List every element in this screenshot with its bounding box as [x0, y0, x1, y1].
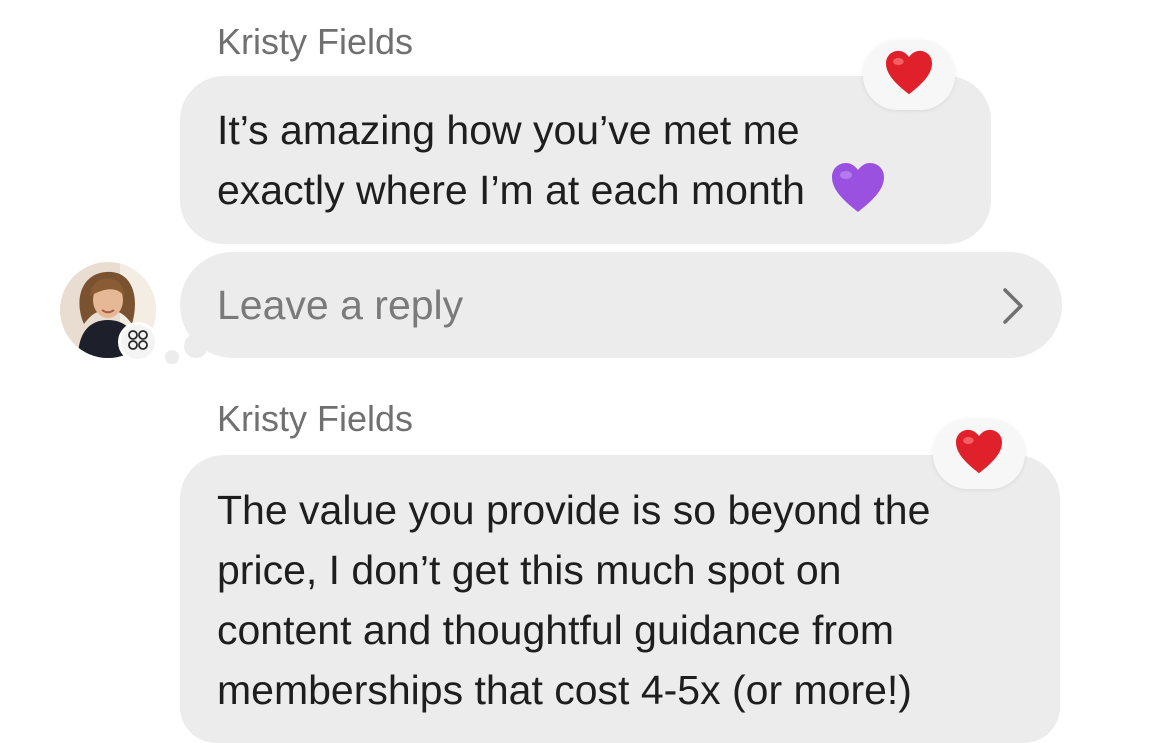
red-heart-icon	[884, 50, 934, 101]
reaction-badge[interactable]	[933, 419, 1025, 489]
message-bubble[interactable]: It’s amazing how you’ve met me exactly w…	[180, 76, 991, 244]
sender-name: Kristy Fields	[217, 398, 414, 439]
purple-heart-icon	[830, 162, 886, 230]
chevron-right-icon[interactable]	[1000, 287, 1026, 330]
message-line: exactly where I’m at each month	[217, 160, 886, 230]
sender-name: Kristy Fields	[217, 21, 414, 62]
message-line: price, I don’t get this much spot on	[217, 547, 842, 593]
reply-input[interactable]: Leave a reply	[180, 252, 1062, 358]
membership-badge	[118, 322, 158, 362]
reply-placeholder: Leave a reply	[217, 282, 464, 328]
reaction-badge[interactable]	[863, 40, 955, 110]
message-line: memberships that cost 4-5x (or more!)	[217, 667, 912, 713]
clover-icon	[127, 329, 149, 356]
red-heart-icon	[954, 429, 1004, 480]
message-line: The value you provide is so beyond the	[217, 487, 931, 533]
message-line-text: exactly where I’m at each month	[217, 167, 805, 213]
bubble-tail	[165, 350, 179, 364]
message-line: content and thoughtful guidance from	[217, 607, 894, 653]
message-line: It’s amazing how you’ve met me	[217, 107, 800, 153]
message-bubble[interactable]: The value you provide is so beyond the p…	[180, 455, 1060, 743]
